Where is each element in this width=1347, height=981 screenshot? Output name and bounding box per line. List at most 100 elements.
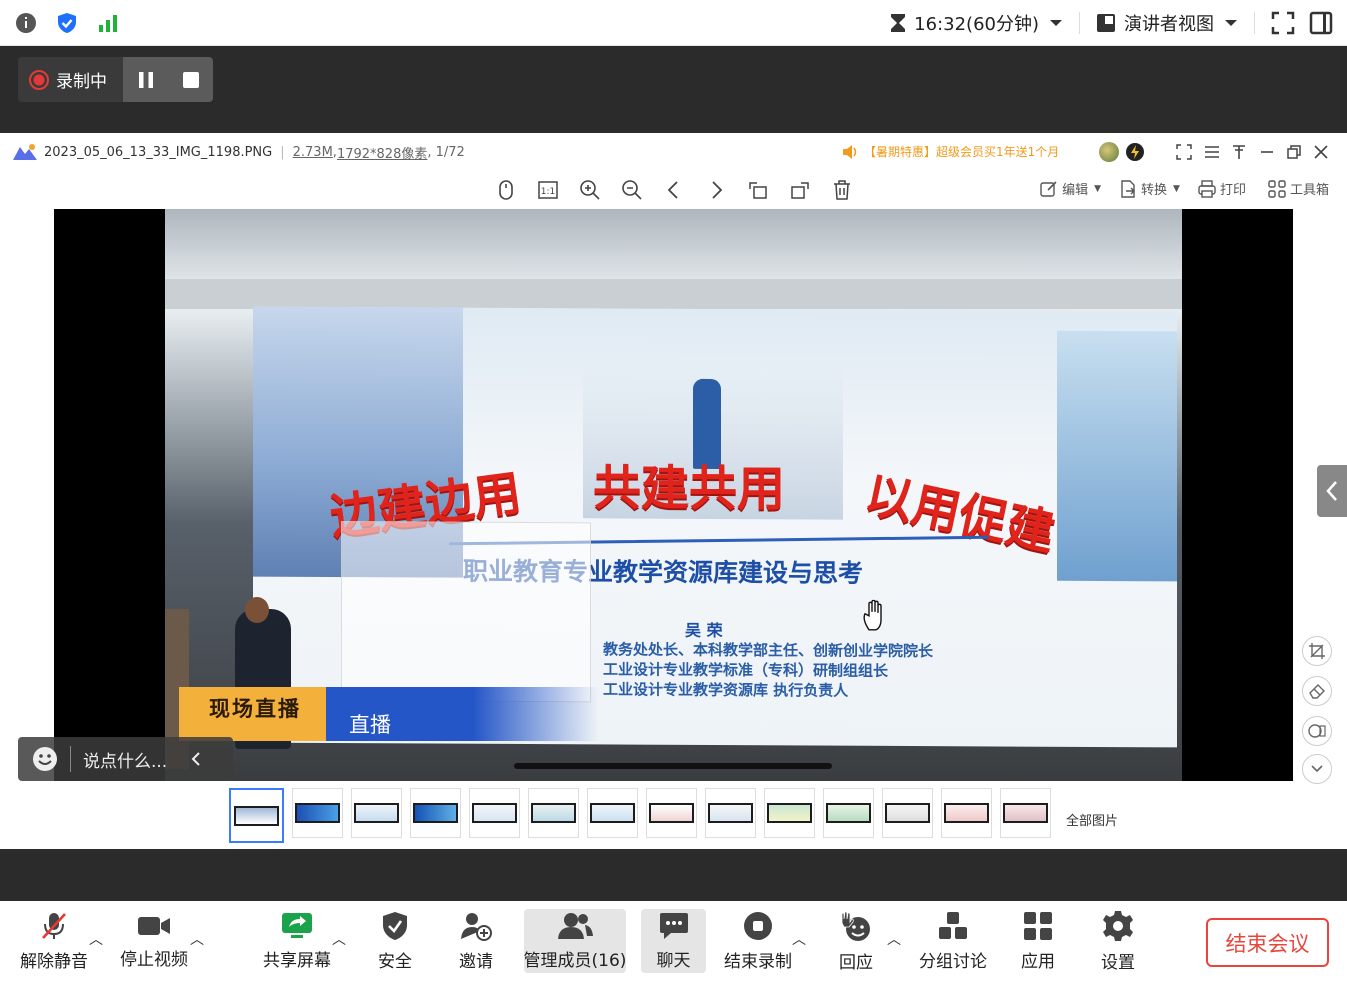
close-icon[interactable]: [1313, 144, 1329, 160]
rotate-left-icon[interactable]: [747, 179, 769, 201]
breakout-rooms-button[interactable]: 分组讨论: [913, 901, 993, 981]
security-button[interactable]: 安全: [365, 901, 425, 981]
delete-icon[interactable]: [831, 179, 853, 201]
convert-menu[interactable]: 转换 ▼: [1119, 179, 1180, 198]
reaction-options-caret[interactable]: ︿: [887, 929, 901, 949]
unmute-button[interactable]: 解除静音: [14, 901, 94, 981]
thumbnail[interactable]: [469, 788, 520, 838]
thumbnail[interactable]: [705, 788, 756, 838]
thumbnail[interactable]: [1000, 788, 1051, 838]
thumbnail[interactable]: [587, 788, 638, 838]
print-button[interactable]: 打印: [1198, 179, 1246, 198]
thumbnail-preview: [946, 805, 987, 821]
zoom-in-icon[interactable]: [579, 179, 601, 201]
view-switcher[interactable]: 演讲者视图: [1096, 10, 1238, 36]
signal-bars-icon[interactable]: [98, 12, 120, 34]
all-pictures-link[interactable]: 全部图片: [1066, 810, 1118, 829]
thumbnail[interactable]: [292, 788, 343, 838]
thumbnail[interactable]: [882, 788, 933, 838]
share-screen-button[interactable]: 共享屏幕: [257, 901, 337, 981]
slide-line-2: 工业设计专业教学标准（专科）研制组组长: [603, 660, 889, 680]
banner-left-text: 现场直播: [209, 697, 301, 721]
settings-button[interactable]: 设置: [1088, 901, 1148, 981]
pause-icon[interactable]: [136, 70, 156, 90]
eraser-icon: [1309, 684, 1325, 699]
restore-icon[interactable]: [1286, 144, 1302, 160]
app-logo-icon: [13, 144, 37, 160]
thumbnail-image: [708, 803, 753, 823]
ocr-icon: [1308, 724, 1326, 738]
thumbnail-image: [295, 803, 340, 823]
more-tools-button[interactable]: [1302, 754, 1332, 784]
thumbnail-strip: [229, 788, 1051, 843]
recording-label: 录制中: [56, 72, 107, 92]
menu-icon[interactable]: [1204, 144, 1220, 160]
stop-video-button[interactable]: 停止视频: [114, 901, 194, 981]
emoji-icon[interactable]: [32, 746, 58, 772]
audio-options-caret[interactable]: ︿: [89, 929, 103, 949]
rotate-right-icon[interactable]: [789, 179, 811, 201]
fullscreen-icon[interactable]: [1271, 11, 1295, 35]
svg-text:1:1: 1:1: [541, 187, 555, 197]
thumbnail-preview: [297, 805, 338, 821]
minimize-icon[interactable]: [1259, 144, 1275, 160]
toolbox-button[interactable]: 工具箱: [1268, 179, 1329, 198]
video-options-caret[interactable]: ︿: [190, 929, 204, 949]
file-name: 2023_05_06_13_33_IMG_1198.PNG: [44, 144, 273, 160]
vip-badge-icon[interactable]: [1125, 142, 1145, 162]
thumbnail[interactable]: [351, 788, 402, 838]
shield-check-icon[interactable]: [56, 12, 78, 34]
info-icon[interactable]: [15, 12, 37, 34]
end-meeting-button[interactable]: 结束会议: [1206, 918, 1329, 967]
image-resolution[interactable]: 1792*828像素: [337, 143, 427, 162]
actual-size-icon[interactable]: 1:1: [537, 179, 559, 201]
end-recording-button[interactable]: 结束录制: [718, 901, 798, 981]
file-size[interactable]: 2.73M: [293, 145, 333, 160]
thumbnail[interactable]: [410, 788, 461, 838]
next-icon[interactable]: [705, 179, 727, 201]
sidebar-toggle-icon[interactable]: [1309, 11, 1333, 35]
meeting-timer[interactable]: 16:32(60分钟): [890, 10, 1063, 36]
chat-label: 聊天: [656, 950, 691, 971]
mouse-icon[interactable]: [495, 179, 517, 201]
shield-icon: [383, 911, 407, 940]
thumbnail[interactable]: [229, 788, 284, 843]
image-canvas[interactable]: 边建边用 共建共用 以用促建 职业教育专业教学资源库建设与思考 吴 荣 教务处处…: [54, 209, 1293, 781]
stop-icon[interactable]: [181, 70, 201, 90]
zoom-out-icon[interactable]: [621, 179, 643, 201]
crop-tool-button[interactable]: [1302, 636, 1332, 666]
eraser-tool-button[interactable]: [1302, 676, 1332, 706]
side-panel-tab[interactable]: [1317, 465, 1347, 517]
thumbnail-preview: [356, 805, 397, 821]
chat-input[interactable]: 说点什么...: [18, 737, 233, 781]
share-screen-label: 共享屏幕: [263, 950, 331, 971]
shape-tool-button[interactable]: [1302, 716, 1332, 746]
thumbnail[interactable]: [941, 788, 992, 838]
chevron-down-icon: [1050, 20, 1062, 26]
promo-banner[interactable]: 【暑期特惠】超级会员买1年送1个月: [842, 143, 1059, 160]
thumbnail-image: [234, 805, 279, 826]
apps-button[interactable]: 应用: [1008, 901, 1068, 981]
share-options-caret[interactable]: ︿: [332, 929, 346, 949]
recording-options-caret[interactable]: ︿: [792, 929, 806, 949]
thumbnail-preview: [769, 805, 810, 821]
thumbnail[interactable]: [823, 788, 874, 838]
thumbnail[interactable]: [528, 788, 579, 838]
manage-members-button[interactable]: 管理成员(16): [524, 909, 626, 973]
slide-heading-right: 以用促建: [860, 466, 1060, 562]
react-label: 回应: [839, 952, 873, 973]
thumbnail-preview: [592, 805, 633, 821]
crop-icon: [1309, 643, 1325, 659]
avatar[interactable]: [1099, 142, 1119, 162]
thumbnail[interactable]: [646, 788, 697, 838]
thumbnail[interactable]: [764, 788, 815, 838]
collapse-left-icon[interactable]: [189, 751, 203, 767]
thumbnail-preview: [533, 805, 574, 821]
edit-menu[interactable]: 编辑 ▼: [1040, 179, 1101, 198]
invite-button[interactable]: 邀请: [446, 901, 506, 981]
chat-button[interactable]: 聊天: [641, 909, 706, 973]
pin-icon[interactable]: [1231, 144, 1247, 160]
previous-icon[interactable]: [663, 179, 685, 201]
expand-icon[interactable]: [1176, 144, 1192, 160]
react-button[interactable]: 回应: [826, 901, 886, 981]
